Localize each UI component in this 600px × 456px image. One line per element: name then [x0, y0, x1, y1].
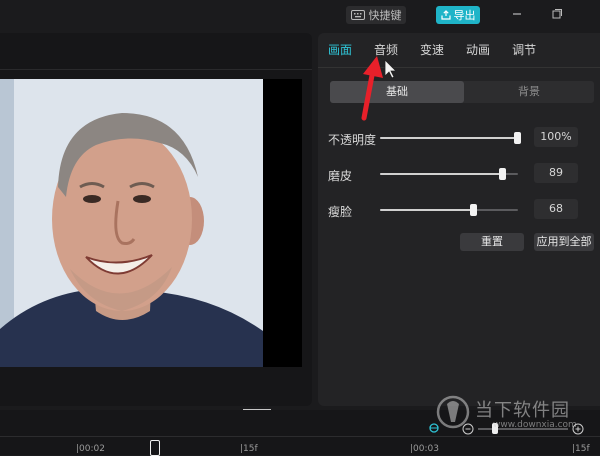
- smooth-skin-slider-fill: [380, 173, 503, 175]
- playhead-icon[interactable]: [150, 440, 160, 456]
- opacity-slider[interactable]: [380, 132, 521, 144]
- slim-face-slider-fill: [380, 209, 474, 211]
- opacity-value[interactable]: 100%: [534, 127, 578, 147]
- annotation-arrow-icon: [361, 56, 395, 121]
- smooth-skin-label: 磨皮: [328, 169, 353, 183]
- watermark-url: www.downxia.com: [493, 420, 577, 430]
- segment-basic[interactable]: 基础: [330, 81, 464, 103]
- smooth-skin-slider-handle[interactable]: [498, 168, 506, 180]
- player-header: [0, 33, 312, 70]
- video-preview-image: [0, 79, 263, 367]
- segment-background[interactable]: 背景: [464, 81, 594, 103]
- video-frame[interactable]: [0, 79, 302, 367]
- watermark-text: 当下软件园: [475, 400, 570, 421]
- tab-speed[interactable]: 变速: [420, 41, 444, 63]
- smooth-skin-slider[interactable]: [380, 168, 518, 180]
- slim-face-value[interactable]: 68: [534, 199, 578, 219]
- maximize-icon[interactable]: [550, 8, 564, 22]
- watermark-logo-icon: [436, 395, 470, 429]
- minimize-icon[interactable]: [510, 8, 524, 22]
- opacity-slider-handle[interactable]: [514, 132, 521, 144]
- time-label-15f: |15f: [240, 444, 258, 454]
- tab-picture[interactable]: 画面: [328, 41, 352, 63]
- time-label-15f-2: |15f: [572, 444, 590, 454]
- slim-face-label: 瘦脸: [328, 205, 353, 219]
- opacity-slider-fill: [380, 137, 518, 139]
- export-label: 导出: [453, 9, 476, 22]
- shortcut-button[interactable]: 快捷键: [346, 6, 406, 24]
- keyboard-icon: [350, 10, 365, 20]
- slim-face-slider[interactable]: [380, 204, 518, 216]
- export-button[interactable]: 导出: [436, 6, 480, 24]
- watermark: 当下软件园 www.downxia.com: [435, 392, 595, 442]
- opacity-label: 不透明度: [328, 133, 377, 147]
- apply-to-all-button[interactable]: 应用到全部: [534, 233, 594, 251]
- reset-button[interactable]: 重置: [460, 233, 524, 251]
- smooth-skin-value[interactable]: 89: [534, 163, 578, 183]
- tab-animation[interactable]: 动画: [466, 41, 490, 63]
- shortcut-label: 快捷键: [368, 9, 402, 22]
- time-label-00-02: |00:02: [76, 444, 105, 454]
- export-icon: [440, 10, 451, 20]
- video-player: 原始: [0, 33, 312, 425]
- time-label-00-03: |00:03: [410, 444, 439, 454]
- slim-face-slider-handle[interactable]: [469, 204, 477, 216]
- tab-adjust[interactable]: 调节: [512, 41, 536, 63]
